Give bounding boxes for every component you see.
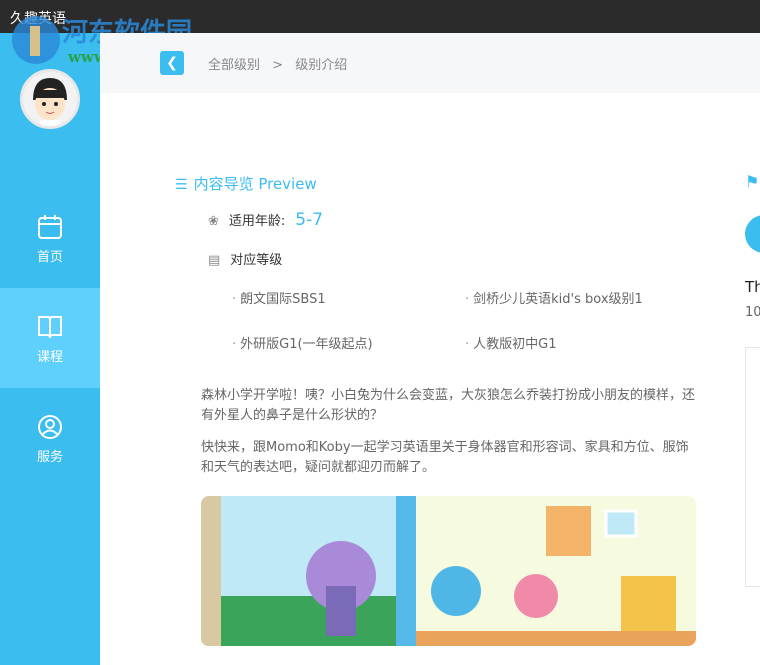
lesson-title: Th xyxy=(745,278,760,296)
breadcrumb: 全部级别 > 级别介绍 xyxy=(208,54,355,73)
sidebar-item-courses[interactable]: 课程 xyxy=(0,288,100,388)
sprout-icon: ❀ xyxy=(208,214,219,229)
breadcrumb-item[interactable]: 全部级别 xyxy=(208,58,260,73)
document-icon: ▤ xyxy=(208,253,221,268)
sidebar-item-label: 服务 xyxy=(36,450,63,465)
user-icon xyxy=(38,415,62,439)
lesson-subtitle: 10 xyxy=(745,305,760,320)
sidebar-item-service[interactable]: 服务 xyxy=(0,388,100,488)
flag-icon: ⚑ xyxy=(745,172,760,191)
level-item: 剑桥少儿英语kid's box级别1 xyxy=(465,288,643,307)
sidebar-item-label: 首页 xyxy=(36,250,63,265)
course-banner-image xyxy=(201,496,696,646)
list-icon: ☰ xyxy=(175,177,188,193)
description-2: 快快来，跟Momo和Koby一起学习英语里关于身体器官和形容词、家具和方位、服饰… xyxy=(201,440,689,475)
level-item: 外研版G1(一年级起点) xyxy=(232,333,373,352)
level-item: 朗文国际SBS1 xyxy=(232,288,325,307)
preview-title: ☰ 内容导览 Preview xyxy=(175,175,317,193)
age-value: 5-7 xyxy=(295,210,324,230)
play-button[interactable] xyxy=(745,215,760,253)
sidebar-item-home[interactable]: 首页 xyxy=(0,188,100,288)
level-item: 人教版初中G1 xyxy=(465,333,556,352)
back-button[interactable]: ❮ xyxy=(160,51,184,75)
levels-row: ▤ 对应等级 xyxy=(208,253,283,268)
breadcrumb-bar: ❮ 全部级别 > 级别介绍 xyxy=(100,33,760,93)
breadcrumb-item: 级别介绍 xyxy=(295,58,348,73)
avatar[interactable] xyxy=(20,69,80,129)
description-1: 森林小学开学啦！咦？小白兔为什么会变蓝，大灰狼怎么乔装打扮成小朋友的模样，还有外… xyxy=(201,388,696,423)
sidebar: 首页 课程 服务 xyxy=(0,33,100,665)
breadcrumb-separator: > xyxy=(272,58,284,73)
app-title: 久趣英语 xyxy=(10,11,66,27)
lesson-list-panel xyxy=(745,347,760,587)
book-icon xyxy=(38,316,62,339)
age-row: ❀ 适用年龄: 5-7 xyxy=(208,210,324,230)
calendar-icon xyxy=(38,215,62,239)
sidebar-item-label: 课程 xyxy=(36,350,63,365)
